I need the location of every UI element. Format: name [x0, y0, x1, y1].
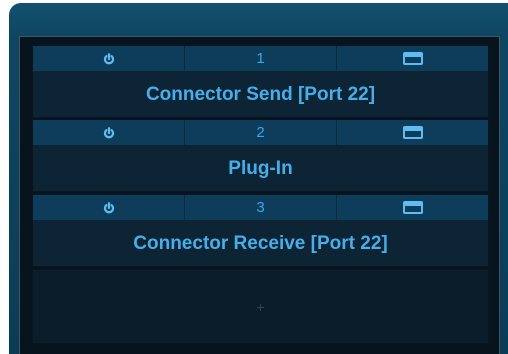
power-icon[interactable] [33, 195, 184, 220]
add-icon: + [256, 298, 265, 315]
window-icon [402, 201, 423, 214]
plugin-name[interactable]: Plug-In [33, 146, 488, 192]
window-icon [402, 52, 423, 65]
add-plugin-button[interactable]: + [32, 269, 489, 344]
slot-number: 3 [184, 195, 336, 220]
plugin-slot-2[interactable]: 2 Plug-In [32, 119, 489, 192]
plugin-slot-3[interactable]: 3 Connector Receive [Port 22] [32, 194, 489, 267]
window-icon [402, 126, 423, 139]
plugin-rack: 1 Connector Send [Port 22] 2 Plug-In 3 C… [19, 36, 500, 354]
open-window-button[interactable] [336, 195, 488, 220]
open-window-button[interactable] [336, 46, 488, 71]
slot-number: 2 [184, 120, 336, 145]
plugin-name[interactable]: Connector Send [Port 22] [33, 72, 488, 118]
plugin-slot-1[interactable]: 1 Connector Send [Port 22] [32, 45, 489, 118]
power-icon[interactable] [33, 46, 184, 71]
slot-number: 1 [184, 46, 336, 71]
power-icon[interactable] [33, 120, 184, 145]
slot-toolbar: 3 [33, 195, 488, 220]
slot-toolbar: 1 [33, 46, 488, 71]
plugin-name[interactable]: Connector Receive [Port 22] [33, 221, 488, 267]
open-window-button[interactable] [336, 120, 488, 145]
slot-toolbar: 2 [33, 120, 488, 145]
